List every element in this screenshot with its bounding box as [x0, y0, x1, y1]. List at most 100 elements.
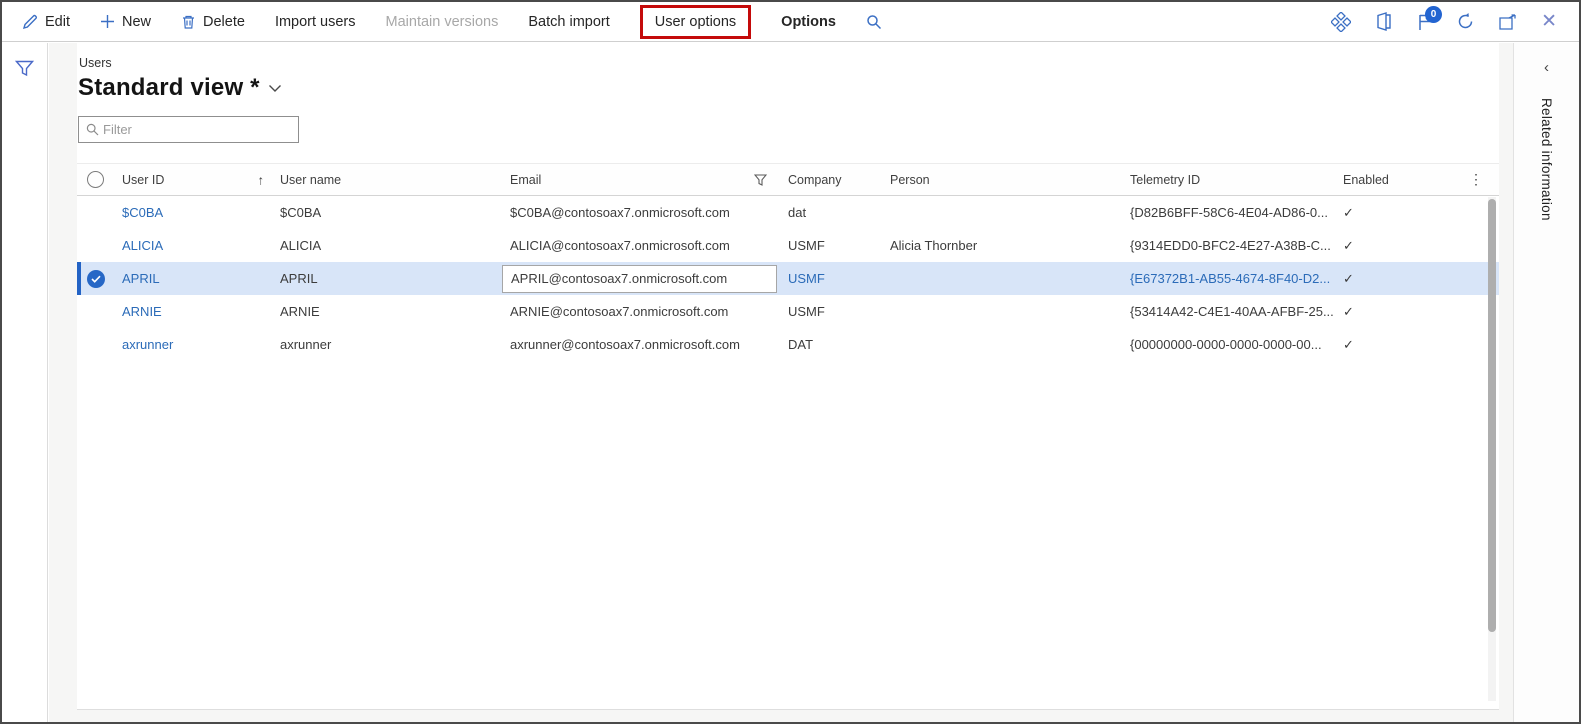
apps-button[interactable]: [1331, 12, 1351, 32]
options-button[interactable]: Options: [781, 2, 836, 42]
enabled-check-icon: ✓: [1343, 271, 1354, 286]
scrollbar-thumb[interactable]: [1488, 199, 1496, 632]
popout-button[interactable]: [1499, 14, 1517, 30]
chevron-down-icon: [268, 84, 282, 93]
telemetry-id-cell[interactable]: {00000000-0000-0000-0000-00...: [1122, 337, 1337, 352]
refresh-icon: [1456, 12, 1475, 31]
options-label: Options: [781, 14, 836, 30]
email-cell[interactable]: ALICIA@contosoax7.onmicrosoft.com: [500, 238, 777, 253]
email-cell[interactable]: ARNIE@contosoax7.onmicrosoft.com: [500, 304, 777, 319]
user-name-cell[interactable]: $C0BA: [272, 205, 500, 220]
search-button[interactable]: [866, 2, 882, 42]
action-pane: Edit New Delete Import users Maintain ve…: [2, 2, 1579, 42]
new-button[interactable]: New: [100, 2, 151, 42]
selected-check-icon[interactable]: [87, 270, 105, 288]
dynamics-icon: [1375, 12, 1393, 31]
user-id-link[interactable]: axrunner: [122, 337, 173, 352]
filter-search-icon: [86, 123, 99, 136]
company-cell[interactable]: USMF: [777, 238, 882, 253]
user-options-label: User options: [655, 14, 736, 30]
column-header-company[interactable]: Company: [777, 173, 882, 187]
column-header-telemetry-id[interactable]: Telemetry ID: [1122, 173, 1337, 187]
vertical-scrollbar[interactable]: [1488, 197, 1496, 701]
import-users-button[interactable]: Import users: [275, 2, 356, 42]
maintain-versions-button: Maintain versions: [386, 2, 499, 42]
refresh-button[interactable]: [1456, 12, 1475, 31]
apps-icon: [1331, 12, 1351, 32]
filter-input[interactable]: [99, 117, 298, 142]
close-icon: ✕: [1541, 12, 1557, 31]
select-all-checkbox[interactable]: [87, 171, 104, 188]
users-grid: User ID ↑ User name Email Company Person: [77, 163, 1499, 709]
action-pane-right: 0 ✕: [1331, 2, 1579, 41]
table-row[interactable]: axrunner axrunner axrunner@contosoax7.on…: [77, 328, 1499, 361]
filter-rail: [2, 43, 48, 722]
panel-expand-button[interactable]: ‹: [1544, 59, 1549, 76]
column-header-person[interactable]: Person: [882, 173, 1122, 187]
close-button[interactable]: ✕: [1541, 12, 1557, 31]
maintain-versions-label: Maintain versions: [386, 14, 499, 30]
user-id-link[interactable]: ALICIA: [122, 238, 163, 253]
filter-pane-button[interactable]: [15, 55, 34, 81]
grid-filter: [78, 116, 299, 143]
user-options-button[interactable]: User options: [640, 5, 751, 39]
column-header-enabled[interactable]: Enabled: [1337, 173, 1472, 187]
user-name-cell[interactable]: APRIL: [272, 271, 500, 286]
table-row[interactable]: ALICIA ALICIA ALICIA@contosoax7.onmicros…: [77, 229, 1499, 262]
import-users-label: Import users: [275, 14, 356, 30]
message-count-badge: 0: [1425, 6, 1442, 23]
users-page: Users Standard view * User ID ↑: [77, 43, 1499, 710]
telemetry-id-cell[interactable]: {53414A42-C4E1-40AA-AFBF-25...: [1122, 304, 1337, 319]
email-cell[interactable]: axrunner@contosoax7.onmicrosoft.com: [500, 337, 777, 352]
email-edit-cell: [500, 265, 777, 293]
user-name-cell[interactable]: ALICIA: [272, 238, 500, 253]
delete-label: Delete: [203, 14, 245, 30]
grid-header: User ID ↑ User name Email Company Person: [77, 163, 1499, 196]
column-header-email[interactable]: Email: [500, 173, 777, 187]
user-id-link[interactable]: ARNIE: [122, 304, 162, 319]
company-cell[interactable]: dat: [777, 205, 882, 220]
trash-icon: [181, 14, 196, 30]
telemetry-id-cell[interactable]: {D82B6BFF-58C6-4E04-AD86-0...: [1122, 205, 1337, 220]
company-cell[interactable]: USMF: [777, 271, 882, 286]
grid-more-cell: ⋮: [1472, 171, 1499, 188]
company-cell[interactable]: DAT: [777, 337, 882, 352]
pencil-icon: [22, 14, 38, 30]
enabled-check-icon: ✓: [1343, 337, 1354, 352]
messages-button[interactable]: 0: [1417, 13, 1432, 31]
user-id-link[interactable]: APRIL: [122, 271, 160, 286]
dynamics-home-button[interactable]: [1375, 12, 1393, 31]
grid-options-icon[interactable]: ⋮: [1472, 171, 1483, 188]
batch-import-label: Batch import: [528, 14, 609, 30]
view-selector[interactable]: Standard view *: [78, 74, 1499, 102]
user-id-link[interactable]: $C0BA: [122, 205, 163, 220]
company-cell[interactable]: USMF: [777, 304, 882, 319]
chevron-left-icon: ‹: [1544, 59, 1549, 76]
table-row[interactable]: ARNIE ARNIE ARNIE@contosoax7.onmicrosoft…: [77, 295, 1499, 328]
related-information-label: Related information: [1539, 98, 1554, 221]
column-filter-icon: [754, 174, 767, 186]
telemetry-id-cell[interactable]: {E67372B1-AB55-4674-8F40-D2...: [1122, 271, 1337, 286]
new-label: New: [122, 14, 151, 30]
column-header-user-id[interactable]: User ID ↑: [114, 173, 272, 187]
batch-import-button[interactable]: Batch import: [528, 2, 609, 42]
email-input[interactable]: [502, 265, 777, 293]
user-name-cell[interactable]: axrunner: [272, 337, 500, 352]
sort-ascending-icon: ↑: [258, 173, 265, 187]
edit-button[interactable]: Edit: [22, 2, 70, 42]
telemetry-id-cell[interactable]: {9314EDD0-BFC2-4E27-A38B-C...: [1122, 238, 1337, 253]
enabled-check-icon: ✓: [1343, 238, 1354, 253]
delete-button[interactable]: Delete: [181, 2, 245, 42]
email-cell[interactable]: $C0BA@contosoax7.onmicrosoft.com: [500, 205, 777, 220]
popout-icon: [1499, 14, 1517, 30]
table-row[interactable]: $C0BA $C0BA $C0BA@contosoax7.onmicrosoft…: [77, 196, 1499, 229]
row-select-cell[interactable]: [77, 270, 114, 288]
column-header-user-name[interactable]: User name: [272, 173, 500, 187]
action-pane-left: Edit New Delete Import users Maintain ve…: [2, 2, 882, 41]
plus-icon: [100, 14, 115, 29]
user-name-cell[interactable]: ARNIE: [272, 304, 500, 319]
enabled-check-icon: ✓: [1343, 205, 1354, 220]
person-cell[interactable]: Alicia Thornber: [882, 238, 1122, 253]
search-icon: [866, 14, 882, 30]
table-row-selected[interactable]: APRIL APRIL USMF {E67372B1-AB55-4674-8F4…: [77, 262, 1499, 295]
